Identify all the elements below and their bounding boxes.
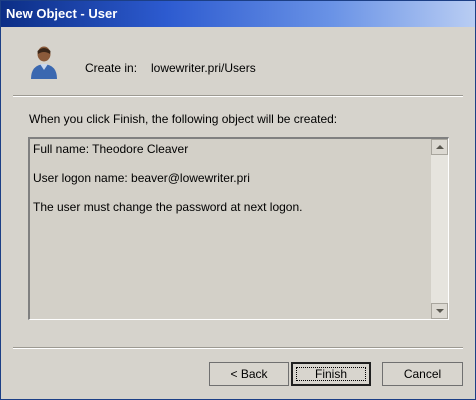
- scroll-up-arrow-icon: [436, 145, 444, 149]
- title-bar[interactable]: New Object - User: [1, 1, 475, 27]
- container-path: lowewriter.pri/Users: [151, 61, 256, 75]
- dialog-window: New Object - User Create in: lowewriter.…: [0, 0, 476, 400]
- object-summary-box[interactable]: Full name: Theodore Cleaver User logon n…: [28, 137, 449, 320]
- dialog-header: Create in: lowewriter.pri/Users: [1, 27, 475, 93]
- summary-line-full-name: Full name: Theodore Cleaver: [33, 142, 189, 156]
- footer-divider: [13, 347, 463, 349]
- header-divider: [13, 95, 463, 97]
- focus-rectangle: [296, 367, 366, 381]
- summary-text: Full name: Theodore Cleaver User logon n…: [33, 142, 428, 229]
- cancel-button[interactable]: Cancel: [382, 362, 463, 386]
- summary-line-logon-name: User logon name: beaver@lowewriter.pri: [33, 171, 250, 185]
- finish-button[interactable]: Finish: [291, 362, 371, 386]
- create-in-label: Create in:: [85, 61, 138, 75]
- back-button[interactable]: < Back: [209, 362, 289, 386]
- window-title: New Object - User: [6, 6, 118, 21]
- user-icon: [31, 46, 57, 79]
- scroll-down-arrow-icon: [436, 309, 444, 313]
- finish-instructions: When you click Finish, the following obj…: [29, 112, 338, 126]
- scroll-down-button[interactable]: [431, 303, 448, 319]
- vertical-scrollbar[interactable]: [431, 139, 448, 319]
- summary-line-password-policy: The user must change the password at nex…: [33, 200, 303, 214]
- scroll-up-button[interactable]: [431, 139, 448, 155]
